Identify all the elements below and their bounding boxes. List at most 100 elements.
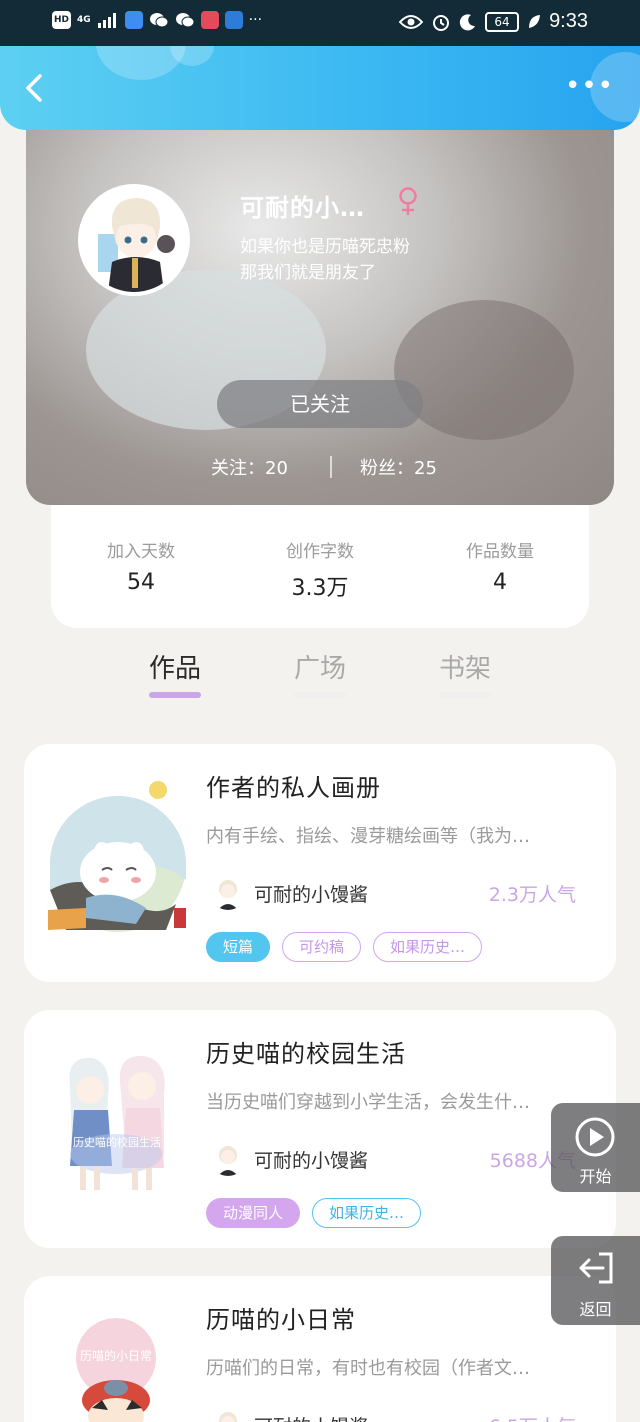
- following-label: 关注：: [211, 458, 265, 479]
- more-button[interactable]: •••: [565, 73, 614, 99]
- car-app-icon: [224, 11, 243, 29]
- work-description: 内有手绘、指绘、漫芽糖绘画等（我为…: [206, 826, 530, 847]
- profile-banner: 可耐的小… 如果你也是历喵死忠粉 那我们就是朋友了 已关注 关注：20 粉丝：2…: [26, 110, 614, 505]
- work-description: 当历史喵们穿越到小学生活，会发生什…: [206, 1092, 530, 1113]
- work-tags: 动漫同人 如果历史…: [206, 1198, 422, 1228]
- stat-label: 创作字数: [286, 542, 354, 562]
- tag[interactable]: 如果历史…: [312, 1198, 422, 1228]
- status-bar: HD 4G ··· 64 9:33: [0, 0, 640, 46]
- author-name: 可耐的小馒酱: [254, 1150, 369, 1172]
- profile-page: HD 4G ··· 64 9:33 ••• 可耐的小… 如果你也是历喵死忠粉 那…: [0, 0, 640, 1422]
- follow-button[interactable]: 已关注: [217, 380, 423, 428]
- avatar-illustration: [82, 188, 186, 292]
- stat-value: 3.3万: [291, 576, 349, 601]
- followers-stat[interactable]: 粉丝：25: [360, 454, 437, 480]
- profile-tabs: 作品 广场 书架: [0, 640, 640, 710]
- status-right: 64 9:33: [399, 10, 588, 33]
- profile-bio: 如果你也是历喵死忠粉 那我们就是朋友了: [240, 234, 410, 286]
- tab-active-indicator: [149, 692, 201, 698]
- followers-label: 粉丝：: [360, 458, 414, 479]
- work-author-row: 可耐的小馒酱 5688人气: [206, 1140, 586, 1180]
- tab-square[interactable]: 广场: [270, 648, 370, 685]
- return-label: 返回: [579, 1300, 612, 1319]
- profile-avatar[interactable]: [78, 184, 190, 296]
- start-float-button[interactable]: 开始: [551, 1103, 640, 1192]
- moon-icon: [459, 13, 476, 30]
- female-icon: [396, 186, 420, 216]
- cover-illustration: 历史喵的校园生活: [46, 1046, 188, 1206]
- tag[interactable]: 短篇: [206, 932, 271, 962]
- stat-value: 4: [493, 570, 507, 595]
- work-tags: 短篇 可约稿 如果历史…: [206, 932, 483, 962]
- profile-nickname: 可耐的小…: [240, 194, 365, 222]
- signal-icon: [97, 13, 116, 28]
- followers-count: 25: [414, 458, 437, 479]
- wechat-icon: [149, 13, 169, 28]
- author-avatar: [210, 874, 246, 910]
- alarm-icon: [433, 14, 450, 31]
- shield-app-icon: [124, 11, 143, 29]
- tab-label: 广场: [293, 654, 346, 684]
- tab-indicator: [439, 692, 491, 698]
- popularity-count: 6.5万人气: [489, 1412, 576, 1422]
- tag[interactable]: 可约稿: [282, 932, 362, 962]
- tag[interactable]: 动漫同人: [206, 1198, 301, 1228]
- leaf-icon: [529, 14, 541, 28]
- stats-card: 加入天数 54 创作字数 3.3万 作品数量 4: [51, 505, 589, 628]
- book-app-icon: [200, 11, 219, 29]
- hd-badge: HD: [52, 11, 72, 29]
- stat-join-days: 加入天数 54: [61, 537, 221, 595]
- stat-work-count: 作品数量 4: [420, 537, 580, 595]
- tag[interactable]: 如果历史…: [373, 932, 483, 962]
- following-count: 20: [265, 458, 288, 479]
- popularity-count: 2.3万人气: [488, 884, 576, 906]
- banner-blur: [394, 300, 574, 440]
- tab-label: 书架: [438, 654, 491, 684]
- top-nav-bar: •••: [0, 46, 640, 130]
- author-avatar: [210, 1140, 246, 1176]
- status-left: HD 4G ···: [52, 11, 262, 29]
- stat-word-count: 创作字数 3.3万: [240, 537, 400, 602]
- work-card[interactable]: 作者的私人画册 内有手绘、指绘、漫芽糖绘画等（我为… 可耐的小馒酱 2.3万人气…: [24, 744, 616, 982]
- return-float-button[interactable]: 返回: [551, 1236, 640, 1325]
- eye-icon: [399, 14, 424, 29]
- tab-label: 作品: [148, 654, 201, 684]
- cover-illustration: [46, 780, 188, 940]
- network-type: 4G: [77, 14, 91, 25]
- stat-label: 加入天数: [107, 542, 175, 562]
- work-card[interactable]: 历喵的小日常 历喵的小日常 历喵们的日常，有时也有校园（作者文… 可耐的小馒酱 …: [24, 1276, 616, 1422]
- work-title: 作者的私人画册: [206, 774, 381, 802]
- stat-divider: [330, 456, 332, 478]
- back-button[interactable]: [18, 68, 54, 108]
- cover-caption: 历史喵的校园生活: [73, 1135, 161, 1149]
- work-description: 历喵们的日常，有时也有校园（作者文…: [206, 1358, 530, 1379]
- tab-indicator: [294, 692, 346, 698]
- battery-indicator: 64: [485, 11, 520, 32]
- tab-works[interactable]: 作品: [125, 648, 225, 685]
- work-cover: [46, 780, 188, 940]
- author-name: 可耐的小馒酱: [254, 1412, 368, 1422]
- work-author-row: 可耐的小馒酱 2.3万人气: [206, 874, 586, 914]
- more-dots-icon: •••: [564, 71, 614, 101]
- work-card[interactable]: 历史喵的校园生活 历史喵的校园生活 当历史喵们穿越到小学生活，会发生什… 可耐的…: [24, 1010, 616, 1248]
- cover-illustration: 历喵的小日常: [46, 1312, 188, 1422]
- author-avatar: [210, 1406, 246, 1422]
- more-notifications-icon: ···: [248, 12, 263, 28]
- work-cover: 历喵的小日常: [46, 1312, 188, 1422]
- work-title: 历史喵的校园生活: [206, 1040, 406, 1068]
- play-circle-icon: [575, 1117, 615, 1157]
- tab-bookshelf[interactable]: 书架: [415, 648, 515, 685]
- cover-caption: 历喵的小日常: [80, 1348, 152, 1363]
- start-label: 开始: [579, 1167, 612, 1186]
- bio-line: 如果你也是历喵死忠粉: [240, 237, 410, 257]
- wechat-icon-2: [175, 13, 195, 28]
- work-author-row: 可耐的小馒酱 6.5万人气: [206, 1406, 586, 1422]
- author-name: 可耐的小馒酱: [254, 884, 369, 906]
- following-stat[interactable]: 关注：20: [211, 454, 288, 480]
- bio-line: 那我们就是朋友了: [240, 263, 376, 283]
- chevron-left-icon: [26, 74, 42, 102]
- exit-icon: [579, 1252, 613, 1284]
- work-cover: 历史喵的校园生活: [46, 1046, 188, 1206]
- stat-label: 作品数量: [466, 542, 534, 562]
- stat-value: 54: [127, 570, 155, 595]
